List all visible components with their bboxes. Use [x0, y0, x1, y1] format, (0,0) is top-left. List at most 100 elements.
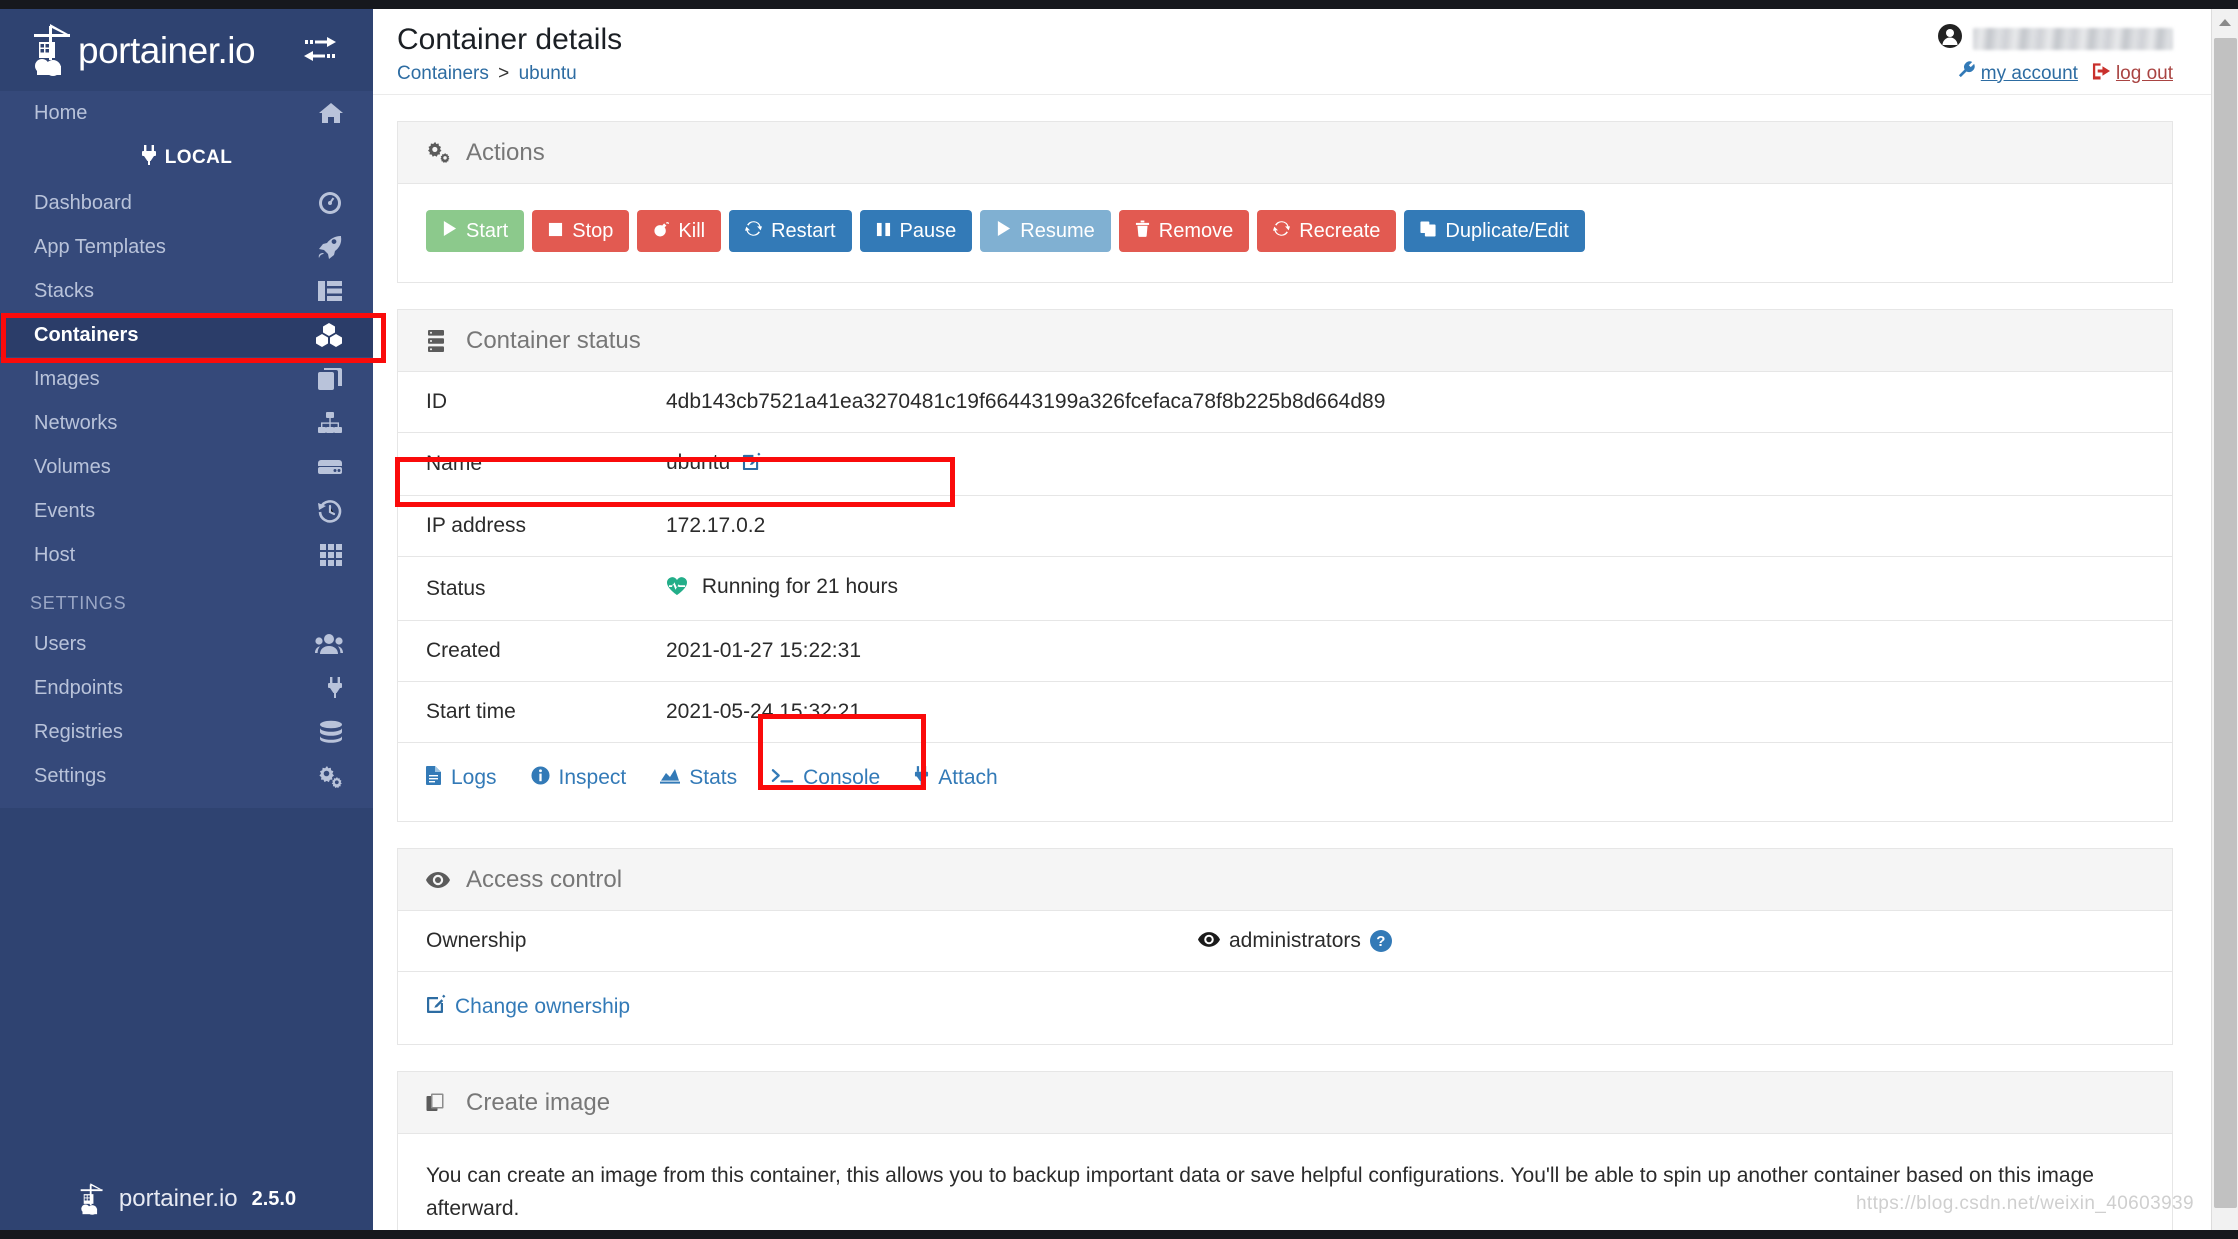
pause-button[interactable]: Pause — [859, 210, 973, 252]
sidebar-footer: portainer.io 2.5.0 — [0, 1168, 373, 1230]
table-row: Created 2021-01-27 15:22:31 — [398, 620, 2172, 682]
create-image-description: You can create an image from this contai… — [426, 1164, 2094, 1220]
my-account-link[interactable]: my account — [1957, 61, 2078, 86]
portainer-logo-icon — [28, 22, 74, 78]
sidebar-item-registries[interactable]: Registries — [0, 710, 373, 754]
table-row: IP address 172.17.0.2 — [398, 495, 2172, 557]
refresh-icon — [1273, 220, 1291, 243]
edit-icon — [426, 994, 446, 1020]
stats-link[interactable]: Stats — [660, 766, 737, 790]
host-icon — [315, 542, 343, 568]
attach-link[interactable]: Attach — [914, 765, 998, 791]
logs-label: Logs — [451, 766, 497, 789]
main-area: Container details Containers > ubuntu my… — [373, 9, 2211, 1230]
table-row: Ownership administrators ? — [398, 911, 2172, 971]
sidebar-item-containers[interactable]: Containers — [0, 313, 373, 357]
volumes-icon — [315, 454, 343, 480]
page-content: Actions Start Stop Kill Restart Pause Re… — [373, 95, 2211, 1230]
restart-button[interactable]: Restart — [729, 210, 852, 252]
container-action-links: Logs Inspect Stats Console Attach — [398, 742, 2172, 821]
sidebar-item-label: Users — [34, 632, 87, 655]
row-value-status: Running for 21 hours — [638, 556, 2172, 621]
change-ownership-link[interactable]: Change ownership — [426, 994, 630, 1020]
scrollbar-up-arrow-icon[interactable] — [2212, 9, 2238, 36]
inspect-link[interactable]: Inspect — [531, 765, 626, 791]
restart-button-label: Restart — [771, 219, 836, 242]
scrollbar-thumb[interactable] — [2214, 38, 2237, 1208]
sidebar-item-label: Dashboard — [34, 191, 132, 214]
ownership-value-text: administrators — [1229, 929, 1361, 952]
sidebar-item-stacks[interactable]: Stacks — [0, 269, 373, 313]
sidebar-item-images[interactable]: Images — [0, 357, 373, 401]
container-status-panel-header: Container status — [398, 310, 2172, 372]
users-icon — [315, 631, 343, 657]
server-icon — [426, 328, 452, 354]
footer-brand-name: portainer.io — [118, 1185, 238, 1212]
row-value: 4db143cb7521a41ea3270481c19f66443199a326… — [666, 390, 1386, 413]
sidebar: portainer.io Home LOCAL Dashboard App Te… — [0, 9, 373, 1230]
networks-icon — [315, 410, 343, 436]
duplicate-edit-button[interactable]: Duplicate/Edit — [1404, 210, 1585, 252]
table-row: Start time 2021-05-24 15:32:21 — [398, 681, 2172, 742]
breadcrumb-separator: > — [498, 63, 510, 84]
vertical-scrollbar[interactable] — [2211, 9, 2238, 1230]
sidebar-item-settings[interactable]: Settings — [0, 754, 373, 798]
clone-icon — [426, 1090, 452, 1116]
actions-panel-title: Actions — [466, 138, 545, 166]
portainer-logo-icon — [77, 1182, 105, 1216]
sidebar-item-volumes[interactable]: Volumes — [0, 445, 373, 489]
sidebar-item-endpoints[interactable]: Endpoints — [0, 666, 373, 710]
sidebar-item-dashboard[interactable]: Dashboard — [0, 181, 373, 225]
log-out-link[interactable]: log out — [2092, 62, 2173, 86]
sidebar-item-host[interactable]: Host — [0, 533, 373, 577]
breadcrumb-parent[interactable]: Containers — [397, 63, 489, 84]
chart-icon — [660, 766, 681, 790]
play-icon — [996, 220, 1011, 243]
sidebar-item-networks[interactable]: Networks — [0, 401, 373, 445]
console-label: Console — [803, 766, 881, 789]
start-button[interactable]: Start — [426, 210, 525, 252]
console-link[interactable]: Console — [771, 766, 880, 790]
breadcrumb-current[interactable]: ubuntu — [519, 63, 577, 84]
sidebar-item-app-templates[interactable]: App Templates — [0, 225, 373, 269]
ownership-value: administrators ? — [1198, 929, 1392, 953]
sidebar-item-users[interactable]: Users — [0, 622, 373, 666]
sidebar-item-events[interactable]: Events — [0, 489, 373, 533]
sidebar-endpoint-local[interactable]: LOCAL — [0, 135, 373, 181]
access-control-panel-header: Access control — [398, 849, 2172, 911]
sidebar-item-label: Containers — [34, 323, 139, 346]
terminal-icon — [771, 766, 794, 790]
status-text: Running for 21 hours — [701, 575, 898, 598]
ownership-table: Ownership administrators ? — [398, 911, 2172, 971]
access-control-panel: Access control Ownership administrators … — [397, 848, 2173, 1045]
sidebar-item-label: Endpoints — [34, 676, 123, 699]
remove-button[interactable]: Remove — [1118, 210, 1250, 252]
kill-button[interactable]: Kill — [637, 210, 722, 252]
container-name-value: ubuntu — [666, 451, 731, 474]
row-key: Created — [398, 620, 638, 682]
row-key: Status — [398, 556, 638, 621]
actions-button-row: Start Stop Kill Restart Pause Resume Rem… — [398, 184, 2172, 282]
ownership-label: Ownership — [426, 929, 527, 952]
access-control-panel-body: Ownership administrators ? Change owners… — [398, 911, 2172, 1044]
username-redacted — [1973, 27, 2173, 50]
edit-icon[interactable] — [742, 452, 761, 476]
sidebar-item-home[interactable]: Home — [0, 91, 373, 135]
user-avatar-icon — [1937, 23, 1963, 54]
database-icon — [315, 719, 343, 745]
ownership-value-cell: administrators ? — [638, 911, 2172, 971]
create-image-panel-title: Create image — [466, 1088, 611, 1116]
row-key: Name — [398, 432, 638, 496]
toggle-sidebar-icon[interactable] — [303, 35, 337, 65]
help-icon[interactable]: ? — [1369, 930, 1392, 952]
container-status-panel: Container status ID 4db143cb7521a41ea327… — [397, 309, 2173, 822]
copy-icon — [1420, 220, 1436, 243]
kill-button-label: Kill — [678, 219, 706, 242]
brand-header[interactable]: portainer.io — [0, 9, 373, 91]
logs-link[interactable]: Logs — [426, 765, 497, 791]
pause-button-label: Pause — [899, 219, 957, 242]
resume-button[interactable]: Resume — [980, 210, 1111, 252]
table-row: Status Running for 21 hours — [398, 556, 2172, 621]
recreate-button[interactable]: Recreate — [1257, 210, 1397, 252]
stop-button[interactable]: Stop — [532, 210, 630, 252]
